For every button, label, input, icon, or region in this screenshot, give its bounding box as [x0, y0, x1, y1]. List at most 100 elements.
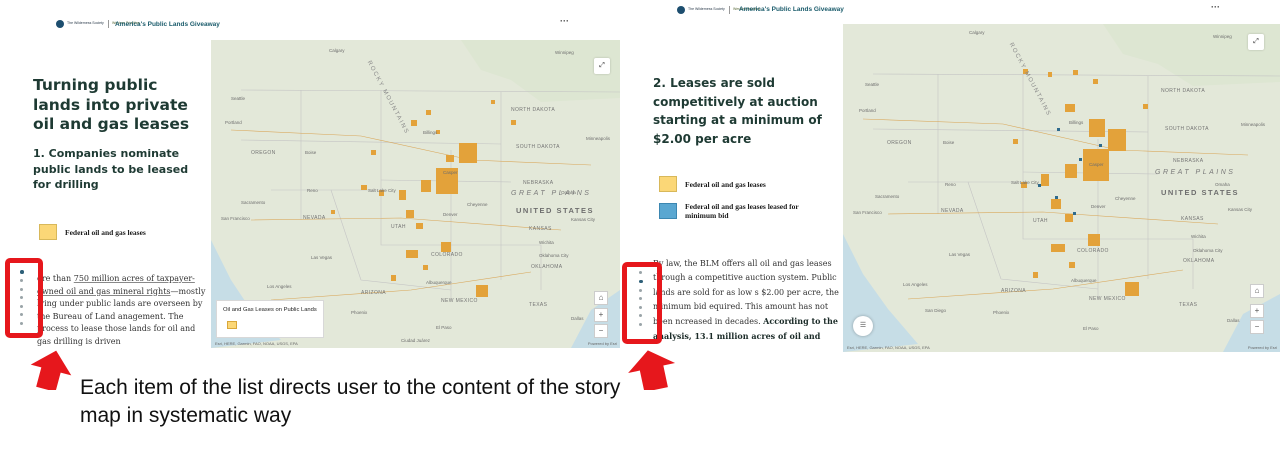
label-oklahoma-city: Oklahoma City	[1193, 248, 1223, 253]
legend-label: Federal oil and gas leases leased for mi…	[685, 202, 799, 220]
nav-highlight-box-1	[5, 258, 43, 338]
body-text: By law, the BLM offers all oil and gas l…	[653, 257, 841, 345]
body-text: ore than 750 million acres of taxpayer-o…	[37, 273, 207, 348]
label-winnipeg: Winnipeg	[555, 50, 574, 55]
section-title: 2. Leases are sold competitively at auct…	[653, 76, 822, 146]
expand-icon[interactable]: ⤢	[1248, 34, 1264, 50]
zoom-out-button[interactable]: −	[594, 324, 608, 338]
legend-item-2: Federal oil and gas leases leased for mi…	[659, 202, 815, 220]
label-oklahoma-city: Oklahoma City	[539, 253, 569, 258]
legend-item-1: Federal oil and gas leases	[659, 176, 766, 192]
label-omaha: Omaha	[1215, 182, 1230, 187]
label-minneapolis: Minneapolis	[1241, 122, 1266, 127]
label-denver: Denver	[1091, 204, 1106, 209]
label-denver: Denver	[443, 212, 458, 217]
map-view[interactable]: ROCKY MOUNTAINS GREAT PLAINS UNITED STAT…	[843, 24, 1280, 352]
zoom-out-button[interactable]: −	[1250, 320, 1264, 334]
label-texas: TEXAS	[1179, 302, 1198, 308]
label-nebraska: NEBRASKA	[1173, 158, 1204, 164]
label-los-angeles: Los Angeles	[267, 284, 292, 289]
label-utah: UTAH	[1033, 218, 1048, 224]
logo-divider	[108, 20, 109, 28]
label-cheyenne: Cheyenne	[467, 202, 488, 207]
legend-item: Federal oil and gas leases	[39, 224, 146, 240]
label-dallas: Dallas	[1227, 318, 1240, 323]
label-sacramento: Sacramento	[875, 194, 900, 199]
label-south-dakota: SOUTH DAKOTA	[516, 144, 560, 150]
story-header: The Wilderness Society Western Prioritie…	[625, 0, 1280, 24]
label-boise: Boise	[943, 140, 955, 145]
tws-logo-icon	[677, 6, 685, 14]
label-united-states: UNITED STATES	[516, 206, 594, 215]
legend-swatch	[659, 176, 677, 192]
home-icon[interactable]: ⌂	[1250, 284, 1264, 298]
powered-by[interactable]: Powered by Esri	[1248, 345, 1277, 350]
logo-text-1: The Wilderness Society	[67, 21, 104, 26]
label-kansas: KANSAS	[529, 226, 552, 232]
home-icon[interactable]: ⌂	[594, 291, 608, 305]
legend-swatch	[659, 203, 677, 219]
label-great-plains: GREAT PLAINS	[1155, 169, 1236, 176]
label-sacramento: Sacramento	[241, 200, 266, 205]
story-header: The Wilderness Society Western Prioritie…	[8, 8, 620, 40]
map-legend-title: Oil and Gas Leases on Public Lands	[223, 307, 317, 313]
label-oklahoma: OKLAHOMA	[531, 264, 563, 270]
label-kansas-city: Kansas City	[1228, 207, 1253, 212]
label-reno: Reno	[307, 188, 318, 193]
zoom-in-button[interactable]: +	[594, 308, 608, 322]
label-las-vegas: Las Vegas	[311, 255, 333, 260]
label-arizona: ARIZONA	[361, 290, 387, 296]
logo-divider	[729, 6, 730, 14]
expand-icon[interactable]: ⤢	[594, 58, 610, 74]
label-salt-lake: Salt Lake City	[1011, 180, 1039, 185]
label-kansas: KANSAS	[1181, 216, 1204, 222]
annotation-caption: Each item of the list directs user to th…	[80, 376, 621, 427]
legend-label: Federal oil and gas leases	[685, 179, 766, 189]
map-attribution: Esri, HERE, Garmin, FAO, NOAA, USGS, EPA	[215, 341, 298, 346]
label-omaha: Omaha	[561, 190, 576, 195]
powered-by[interactable]: Powered by Esri	[588, 341, 617, 346]
app-title[interactable]: America's Public Lands Giveaway	[115, 21, 220, 28]
label-wichita: Wichita	[1191, 234, 1206, 239]
label-billings: Billings	[1069, 120, 1084, 125]
map-view[interactable]: ROCKY MOUNTAINS GREAT PLAINS UNITED STAT…	[211, 40, 620, 348]
label-seattle: Seattle	[231, 96, 246, 101]
story-screenshot-2: The Wilderness Society Western Prioritie…	[625, 0, 1280, 352]
app-title[interactable]: America's Public Lands Giveaway	[739, 6, 844, 13]
label-oregon: OREGON	[251, 150, 276, 156]
legend-swatch	[39, 224, 57, 240]
label-calgary: Calgary	[329, 48, 345, 53]
label-north-dakota: NORTH DAKOTA	[1161, 88, 1206, 94]
zoom-in-button[interactable]: +	[1250, 304, 1264, 318]
label-dallas: Dallas	[571, 316, 584, 321]
map-attribution: Esri, HERE, Garmin, FAO, NOAA, USGS, EPA	[847, 345, 930, 350]
label-texas: TEXAS	[529, 302, 548, 308]
label-seattle: Seattle	[865, 82, 880, 87]
label-casper: Casper	[1089, 162, 1104, 167]
label-cheyenne: Cheyenne	[1115, 196, 1136, 201]
label-las-vegas: Las Vegas	[949, 252, 971, 257]
label-colorado: COLORADO	[431, 252, 463, 258]
label-albuquerque: Albuquerque	[1071, 278, 1097, 283]
label-casper: Casper	[443, 170, 458, 175]
label-san-francisco: San Francisco	[221, 216, 250, 221]
label-new-mexico: NEW MEXICO	[1089, 296, 1126, 302]
label-portland: Portland	[859, 108, 876, 113]
label-winnipeg: Winnipeg	[1213, 34, 1232, 39]
label-nebraska: NEBRASKA	[523, 180, 554, 186]
more-horizontal-icon[interactable]: ···	[560, 16, 569, 26]
legend-toggle-icon[interactable]: ☰	[853, 316, 873, 336]
label-san-diego: San Diego	[925, 308, 947, 313]
nav-highlight-box-2	[622, 262, 662, 344]
label-salt-lake: Salt Lake City	[368, 188, 396, 193]
label-nevada: NEVADA	[941, 208, 964, 214]
label-el-paso: El Paso	[1083, 326, 1099, 331]
label-new-mexico: NEW MEXICO	[441, 298, 478, 304]
label-portland: Portland	[225, 120, 242, 125]
story-screenshot-1: The Wilderness Society Western Prioritie…	[8, 8, 620, 348]
label-oregon: OREGON	[887, 140, 912, 146]
pacific-ocean	[843, 234, 918, 352]
logo-text-1: The Wilderness Society	[688, 7, 725, 12]
legend-label: Federal oil and gas leases	[65, 227, 146, 237]
more-horizontal-icon[interactable]: ···	[1211, 2, 1220, 12]
